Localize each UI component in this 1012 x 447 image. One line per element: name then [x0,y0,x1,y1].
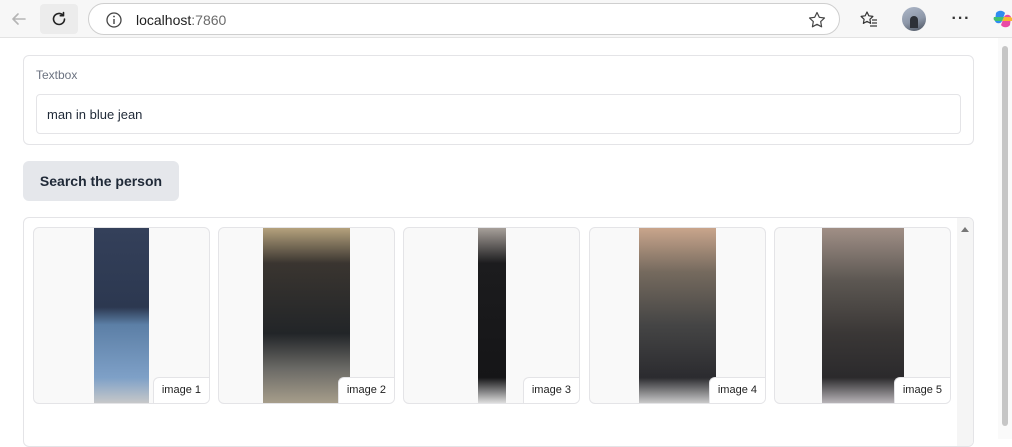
gallery-caption: image 5 [893,377,950,403]
gallery-item[interactable]: image 4 [589,227,766,404]
gallery-item[interactable]: image 2 [218,227,395,404]
textbox-panel: Textbox [23,55,974,145]
gallery-scrollbar[interactable] [957,218,973,446]
copilot-button[interactable] [988,4,1012,34]
gallery-caption: image 1 [152,377,209,403]
person-image [263,228,350,403]
address-host: localhost [136,12,192,28]
back-button[interactable] [0,4,38,34]
query-input[interactable] [36,94,961,134]
results-gallery: image 1 image 2 image 3 image 4 image 5 [23,217,974,447]
address-port: :7860 [191,12,227,28]
person-image [478,228,506,403]
person-image [94,228,149,403]
favorites-button[interactable] [854,4,884,34]
gallery-item[interactable]: image 5 [774,227,951,404]
gallery-caption: image 2 [337,377,394,403]
person-image [822,228,904,403]
page-scrollbar-thumb[interactable] [1002,46,1008,426]
favorites-icon [860,11,877,27]
address-bar[interactable]: localhost:7860 [88,3,840,35]
textbox-label: Textbox [36,68,78,82]
reload-icon [52,11,66,26]
info-icon[interactable] [105,11,123,29]
page-scrollbar[interactable] [998,38,1012,439]
more-button[interactable]: ··· [946,4,976,34]
gallery-caption: image 3 [522,377,579,403]
reload-button[interactable] [40,4,78,34]
person-image [639,228,716,403]
profile-avatar [902,7,926,31]
profile-button[interactable] [899,4,929,34]
back-arrow-icon [12,13,26,25]
gallery-item[interactable]: image 1 [33,227,210,404]
scroll-up-icon[interactable] [961,227,969,232]
star-icon[interactable] [807,10,827,30]
gallery-item[interactable]: image 3 [403,227,580,404]
more-icon: ··· [951,10,971,27]
address-url[interactable]: localhost:7860 [136,11,226,29]
copilot-icon [993,10,1012,28]
browser-toolbar: localhost:7860 ··· [0,0,1012,38]
search-person-button[interactable]: Search the person [23,161,179,201]
gallery-caption: image 4 [708,377,765,403]
